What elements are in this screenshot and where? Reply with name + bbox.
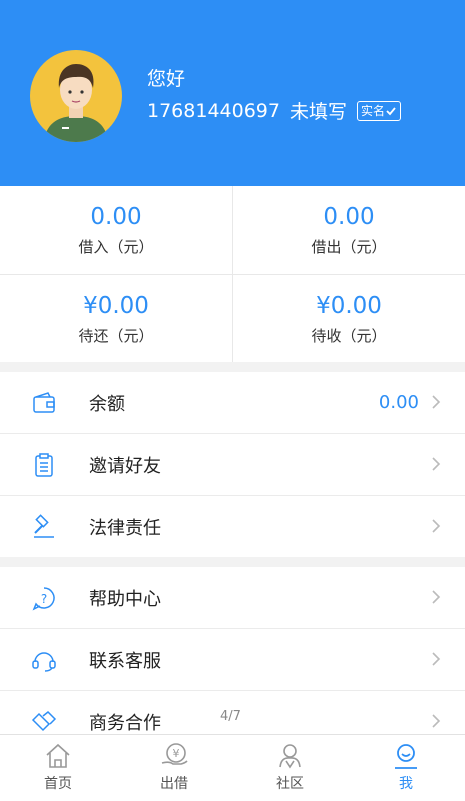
menu-group-account: 余额 0.00 邀请好友 法律责任	[0, 372, 465, 557]
stat-lent[interactable]: 0.00 借出（元）	[233, 186, 465, 274]
tab-me[interactable]: 我	[348, 735, 464, 801]
menu-item-label: 联系客服	[89, 650, 161, 672]
gavel-icon	[34, 514, 54, 538]
stat-to-repay[interactable]: ¥0.00 待还（元）	[0, 275, 232, 363]
stat-value: 0.00	[323, 204, 375, 230]
chevron-right-icon	[432, 714, 441, 728]
stat-value: ¥0.00	[83, 293, 149, 319]
verified-badge[interactable]: 实名	[357, 100, 402, 121]
chevron-right-icon	[432, 519, 441, 533]
menu-item-label: 帮助中心	[89, 588, 161, 610]
headset-icon	[32, 652, 56, 672]
stat-label: 借出（元）	[311, 238, 387, 256]
check-icon	[386, 106, 396, 115]
handshake-icon	[31, 710, 57, 732]
balance-value: 0.00	[378, 392, 419, 413]
account-info: 17681440697 未填写 实名	[147, 97, 402, 124]
stat-value: 0.00	[90, 204, 142, 230]
menu-item-help[interactable]: ? 帮助中心	[0, 567, 465, 629]
clipboard-icon	[35, 453, 53, 477]
tab-label: 我	[399, 776, 413, 792]
stat-value: ¥0.00	[316, 293, 382, 319]
tab-label: 出借	[160, 776, 188, 792]
stat-label: 借入（元）	[78, 238, 154, 256]
chevron-right-icon	[432, 457, 441, 471]
chevron-right-icon	[432, 590, 441, 604]
svg-text:¥: ¥	[173, 747, 180, 760]
menu-item-label: 邀请好友	[89, 455, 161, 477]
tab-lend[interactable]: ¥ 出借	[116, 735, 232, 801]
svg-text:?: ?	[41, 592, 47, 606]
avatar-illustration	[44, 64, 108, 142]
help-icon: ?	[32, 587, 55, 611]
tab-label: 首页	[44, 776, 72, 792]
chevron-right-icon	[432, 395, 441, 409]
wallet-icon	[33, 392, 55, 413]
tab-community[interactable]: 社区	[232, 735, 348, 801]
menu-item-legal[interactable]: 法律责任	[0, 496, 465, 557]
stat-label: 待还（元）	[78, 327, 154, 345]
menu-item-label: 法律责任	[89, 517, 161, 539]
stat-borrowed[interactable]: 0.00 借入（元）	[0, 186, 232, 274]
page-indicator: 4/7	[220, 709, 241, 724]
menu-item-balance[interactable]: 余额 0.00	[0, 372, 465, 434]
stat-to-receive[interactable]: ¥0.00 待收（元）	[233, 275, 465, 363]
tab-label: 社区	[276, 776, 304, 792]
phone-number: 17681440697	[147, 99, 280, 122]
home-icon	[46, 743, 70, 768]
divider	[0, 274, 465, 275]
stats-panel: 0.00 借入（元） 0.00 借出（元） ¥0.00 待还（元） ¥0.00 …	[0, 186, 465, 362]
lend-icon: ¥	[161, 743, 188, 765]
chevron-right-icon	[432, 652, 441, 666]
stat-label: 待收（元）	[311, 327, 387, 345]
community-icon	[279, 744, 301, 769]
menu-item-label: 余额	[89, 393, 125, 415]
menu-item-label: 商务合作	[89, 712, 161, 734]
greeting-text: 您好	[147, 68, 186, 90]
tab-home[interactable]: 首页	[0, 735, 116, 801]
menu-item-invite[interactable]: 邀请好友	[0, 434, 465, 496]
bottom-tab-bar: 首页 ¥ 出借 社区 我	[0, 734, 465, 801]
menu-group-support: ? 帮助中心 联系客服 商务合作	[0, 567, 465, 752]
name-status[interactable]: 未填写	[290, 97, 347, 124]
profile-header: 您好 17681440697 未填写 实名	[0, 0, 465, 186]
me-icon	[395, 744, 417, 769]
avatar[interactable]	[30, 50, 122, 142]
verified-badge-label: 实名	[361, 103, 386, 118]
menu-item-customer-service[interactable]: 联系客服	[0, 629, 465, 691]
